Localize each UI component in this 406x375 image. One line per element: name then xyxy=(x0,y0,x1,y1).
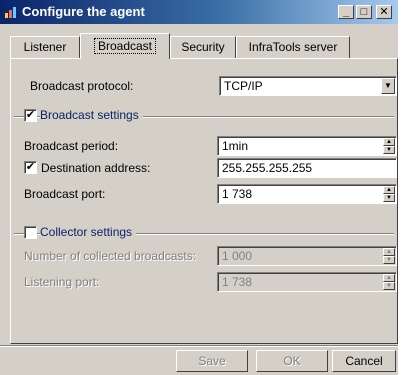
listening-port-spinner[interactable]: ▲ ▼ xyxy=(383,274,395,290)
tab-listener-label: Listener xyxy=(23,40,67,54)
listening-port-label: Listening port: xyxy=(24,275,100,289)
save-button[interactable]: Save xyxy=(176,350,248,372)
broadcast-port-input[interactable]: 1 738 ▲ ▼ xyxy=(217,184,397,204)
destination-address-checkbox[interactable]: ✔ xyxy=(24,161,37,174)
tab-security[interactable]: Security xyxy=(170,36,236,58)
destination-address-input[interactable]: 255.255.255.255 xyxy=(217,158,397,178)
destination-address-value: 255.255.255.255 xyxy=(222,161,313,175)
collector-settings-title: Collector settings xyxy=(40,225,137,239)
broadcast-period-input[interactable]: 1min ▲ ▼ xyxy=(217,136,397,156)
window-edge xyxy=(398,0,406,375)
spin-up-icon: ▲ xyxy=(383,274,395,282)
button-separator xyxy=(0,345,398,347)
destination-address-label: Destination address: xyxy=(41,161,151,175)
broadcast-protocol-select[interactable]: TCP/IP ▼ xyxy=(219,76,397,96)
configure-agent-dialog: Configure the agent _ □ ✕ Listener Broad… xyxy=(0,0,406,375)
broadcast-port-spinner[interactable]: ▲ ▼ xyxy=(383,186,395,202)
chevron-down-icon[interactable]: ▼ xyxy=(381,78,395,94)
listening-port-value: 1 738 xyxy=(222,275,253,289)
window-title: Configure the agent xyxy=(22,4,145,19)
collector-settings-checkbox[interactable] xyxy=(24,226,37,239)
broadcast-period-label: Broadcast period: xyxy=(24,139,119,153)
spin-down-icon: ▼ xyxy=(383,146,395,154)
cancel-button-label: Cancel xyxy=(345,354,383,368)
collected-broadcasts-spinner[interactable]: ▲ ▼ xyxy=(383,248,395,264)
broadcast-port-value: 1 738 xyxy=(222,187,253,201)
maximize-button[interactable]: □ xyxy=(356,5,372,19)
collected-broadcasts-input[interactable]: 1 000 ▲ ▼ xyxy=(217,246,397,266)
broadcast-protocol-label: Broadcast protocol: xyxy=(30,79,134,93)
collected-broadcasts-value: 1 000 xyxy=(222,249,253,263)
spin-down-icon: ▼ xyxy=(383,194,395,202)
tab-infratools-server[interactable]: InfraTools server xyxy=(236,36,350,58)
broadcast-protocol-value: TCP/IP xyxy=(224,79,263,93)
spin-up-icon: ▲ xyxy=(383,248,395,256)
tab-broadcast-label: Broadcast xyxy=(93,38,157,54)
tab-broadcast[interactable]: Broadcast xyxy=(80,33,170,59)
agent-app-icon xyxy=(5,7,16,18)
minimize-button[interactable]: _ xyxy=(338,5,354,19)
tab-security-label: Security xyxy=(181,40,225,54)
close-icon: ✕ xyxy=(379,6,389,18)
broadcast-period-value: 1min xyxy=(222,139,249,153)
close-button[interactable]: ✕ xyxy=(376,5,392,19)
broadcast-port-label: Broadcast port: xyxy=(24,187,106,201)
title-bar[interactable]: Configure the agent _ □ ✕ xyxy=(0,0,398,24)
broadcast-settings-checkbox[interactable]: ✔ xyxy=(24,109,37,122)
listening-port-input[interactable]: 1 738 ▲ ▼ xyxy=(217,272,397,292)
spin-down-icon: ▼ xyxy=(383,282,395,290)
save-button-label: Save xyxy=(198,354,226,368)
spin-up-icon: ▲ xyxy=(383,186,395,194)
cancel-button[interactable]: Cancel xyxy=(332,350,396,372)
broadcast-period-spinner[interactable]: ▲ ▼ xyxy=(383,138,395,154)
maximize-icon: □ xyxy=(360,6,368,18)
spin-up-icon: ▲ xyxy=(383,138,395,146)
broadcast-settings-title: Broadcast settings xyxy=(40,108,143,122)
tab-infratools-label: InfraTools server xyxy=(248,40,338,54)
ok-button[interactable]: OK xyxy=(256,350,328,372)
collected-broadcasts-label: Number of collected broadcasts: xyxy=(24,249,197,263)
tab-listener[interactable]: Listener xyxy=(10,36,80,58)
ok-button-label: OK xyxy=(283,354,301,368)
spin-down-icon: ▼ xyxy=(383,256,395,264)
minimize-icon: _ xyxy=(342,6,350,18)
